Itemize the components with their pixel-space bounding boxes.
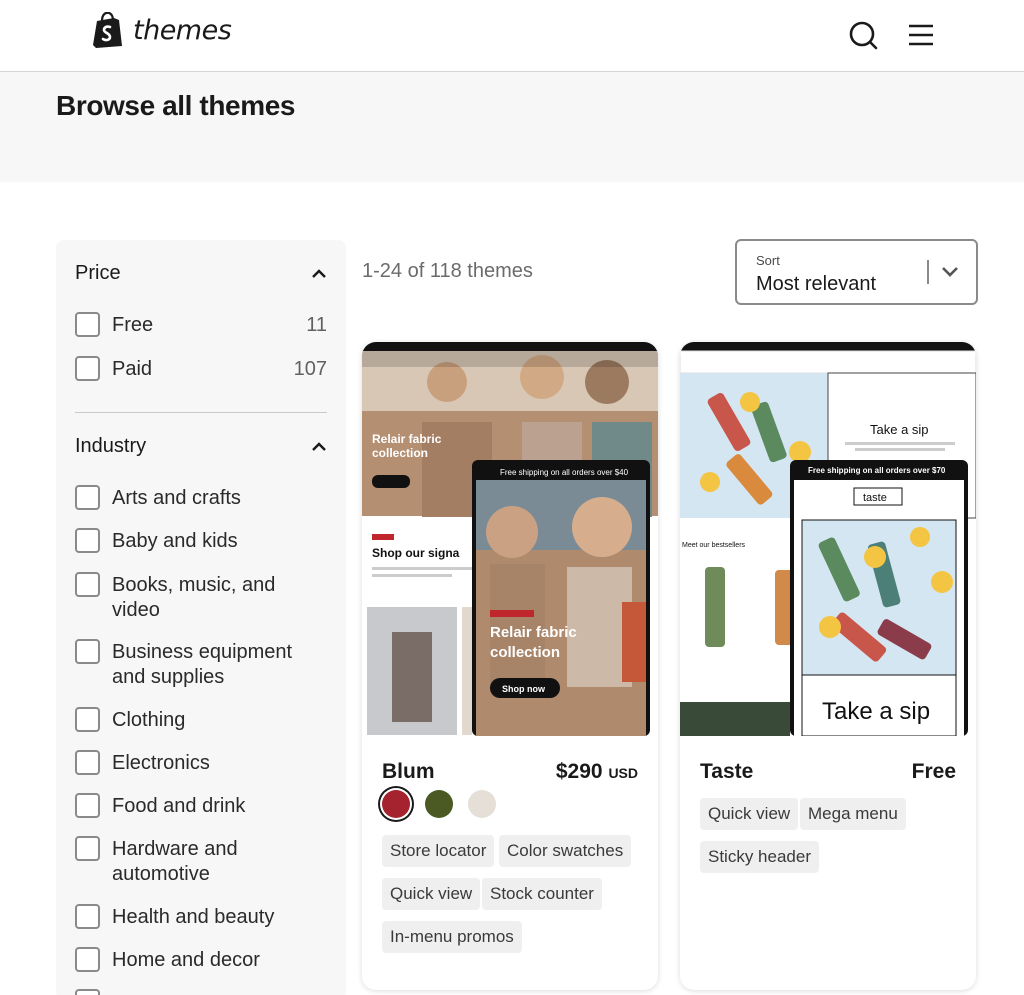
results-count: 1-24 of 118 themes (362, 260, 533, 282)
filter-option-label: Health and beauty (112, 906, 275, 928)
checkbox[interactable] (75, 947, 100, 972)
checkbox[interactable] (75, 312, 100, 337)
filter-option-label: Electronics (112, 752, 210, 774)
filter-option-free[interactable]: Free 11 (75, 312, 327, 338)
filter-option-label: Baby and kids (112, 530, 238, 552)
checkbox[interactable] (75, 904, 100, 929)
chevron-up-icon (312, 268, 326, 278)
checkbox[interactable] (75, 485, 100, 510)
theme-card-taste[interactable]: Take a sip Meet our bestsellers Free shi… (680, 342, 976, 990)
svg-text:Take a sip: Take a sip (822, 698, 930, 725)
filter-option-business-equipment[interactable]: Business equipment and supplies (75, 639, 327, 690)
checkbox[interactable] (75, 356, 100, 381)
color-swatch-red[interactable] (382, 790, 410, 818)
filter-option-count: 11 (306, 314, 327, 336)
filter-option-arts-and-crafts[interactable]: Arts and crafts (75, 485, 327, 511)
checkbox[interactable] (75, 572, 100, 597)
shopify-bag-icon (93, 12, 122, 48)
price-filter-toggle[interactable]: Price (75, 262, 327, 285)
top-navigation-bar: themes (0, 0, 1024, 72)
filter-option-label: Free (112, 314, 154, 336)
feature-tag: Store locator (382, 835, 495, 867)
filter-option-label: Food and drink (112, 795, 246, 817)
page-title: Browse all themes (56, 90, 296, 121)
filter-option-partial[interactable] (75, 989, 327, 995)
svg-text:Shop now: Shop now (502, 684, 546, 694)
theme-name[interactable]: Blum (382, 760, 435, 784)
filter-option-home-and-decor[interactable]: Home and decor (75, 947, 327, 973)
svg-text:Free shipping on all orders ov: Free shipping on all orders over $40 (500, 468, 629, 477)
checkbox[interactable] (75, 836, 100, 861)
filter-option-clothing[interactable]: Clothing (75, 707, 327, 733)
search-icon[interactable] (848, 20, 878, 50)
filter-option-label: Arts and crafts (112, 487, 241, 509)
svg-text:Take a sip: Take a sip (870, 422, 929, 437)
price-filter-title: Price (75, 262, 121, 284)
filter-option-label: Business equipment and supplies (112, 641, 293, 688)
color-swatch-beige[interactable] (468, 790, 496, 818)
industry-filter-title: Industry (75, 435, 147, 457)
price-currency: USD (608, 765, 638, 781)
svg-text:collection: collection (372, 446, 428, 460)
filter-option-label: Books, music, and video (112, 574, 276, 621)
theme-price: Free (911, 760, 956, 783)
filter-sidebar: Price Free 11 Paid 107 Industry Arts and… (56, 240, 346, 995)
theme-name[interactable]: Taste (700, 760, 753, 784)
feature-tag: Quick view (382, 878, 481, 910)
sort-select[interactable]: Sort Most relevant (735, 239, 978, 305)
feature-tag: Sticky header (700, 841, 819, 873)
feature-tag: Color swatches (499, 835, 632, 867)
filter-option-health-and-beauty[interactable]: Health and beauty (75, 904, 327, 930)
checkbox[interactable] (75, 528, 100, 553)
industry-filter-toggle[interactable]: Industry (75, 435, 327, 458)
filter-option-baby-and-kids[interactable]: Baby and kids (75, 528, 327, 554)
filter-option-label: Home and decor (112, 949, 260, 971)
taste-preview-illustration: Take a sip Meet our bestsellers Free shi… (680, 342, 976, 736)
filter-option-books-music-video[interactable]: Books, music, and video (75, 572, 327, 623)
feature-tag: Quick view (700, 798, 799, 830)
filter-option-label: Paid (112, 358, 153, 380)
svg-text:Shop our signa: Shop our signa (372, 546, 460, 560)
chevron-down-icon (942, 267, 958, 277)
sort-separator (927, 260, 929, 284)
filter-option-label: Clothing (112, 709, 186, 731)
theme-price: $290 USD (556, 760, 638, 784)
color-swatch-green[interactable] (425, 790, 453, 818)
sort-value: Most relevant (756, 273, 877, 295)
shopify-themes-logo[interactable]: themes (93, 12, 232, 48)
checkbox[interactable] (75, 707, 100, 732)
sort-label: Sort (756, 253, 780, 268)
filter-option-food-and-drink[interactable]: Food and drink (75, 793, 327, 819)
svg-text:Relair fabric: Relair fabric (372, 432, 442, 446)
filter-option-count: 107 (293, 358, 327, 380)
checkbox[interactable] (75, 750, 100, 775)
svg-text:Meet our bestsellers: Meet our bestsellers (682, 542, 746, 549)
theme-preview-image[interactable]: Relair fabric collection Shop our signa … (362, 342, 658, 736)
hamburger-menu-icon[interactable] (906, 20, 936, 50)
svg-text:Free shipping on all orders ov: Free shipping on all orders over $70 (808, 466, 946, 475)
feature-tag: Stock counter (482, 878, 602, 910)
checkbox[interactable] (75, 639, 100, 664)
blum-preview-illustration: Relair fabric collection Shop our signa … (362, 342, 658, 736)
filter-option-paid[interactable]: Paid 107 (75, 356, 327, 382)
page-hero: Browse all themes (0, 72, 1024, 182)
price-amount: $290 (555, 760, 603, 783)
checkbox[interactable] (75, 989, 100, 995)
theme-preview-image[interactable]: Take a sip Meet our bestsellers Free shi… (680, 342, 976, 736)
checkbox[interactable] (75, 793, 100, 818)
filter-divider (75, 412, 327, 413)
filter-option-electronics[interactable]: Electronics (75, 750, 327, 776)
filter-option-label: Hardware and automotive (112, 838, 238, 885)
feature-tag: Mega menu (800, 798, 906, 830)
feature-tag: In-menu promos (382, 921, 522, 953)
brand-name: themes (133, 14, 232, 46)
filter-option-hardware-automotive[interactable]: Hardware and automotive (75, 836, 327, 887)
svg-text:collection: collection (490, 644, 560, 661)
theme-card-blum[interactable]: Relair fabric collection Shop our signa … (362, 342, 658, 990)
svg-text:taste: taste (863, 492, 887, 504)
chevron-up-icon (312, 441, 326, 451)
svg-text:Relair fabric: Relair fabric (490, 624, 577, 641)
